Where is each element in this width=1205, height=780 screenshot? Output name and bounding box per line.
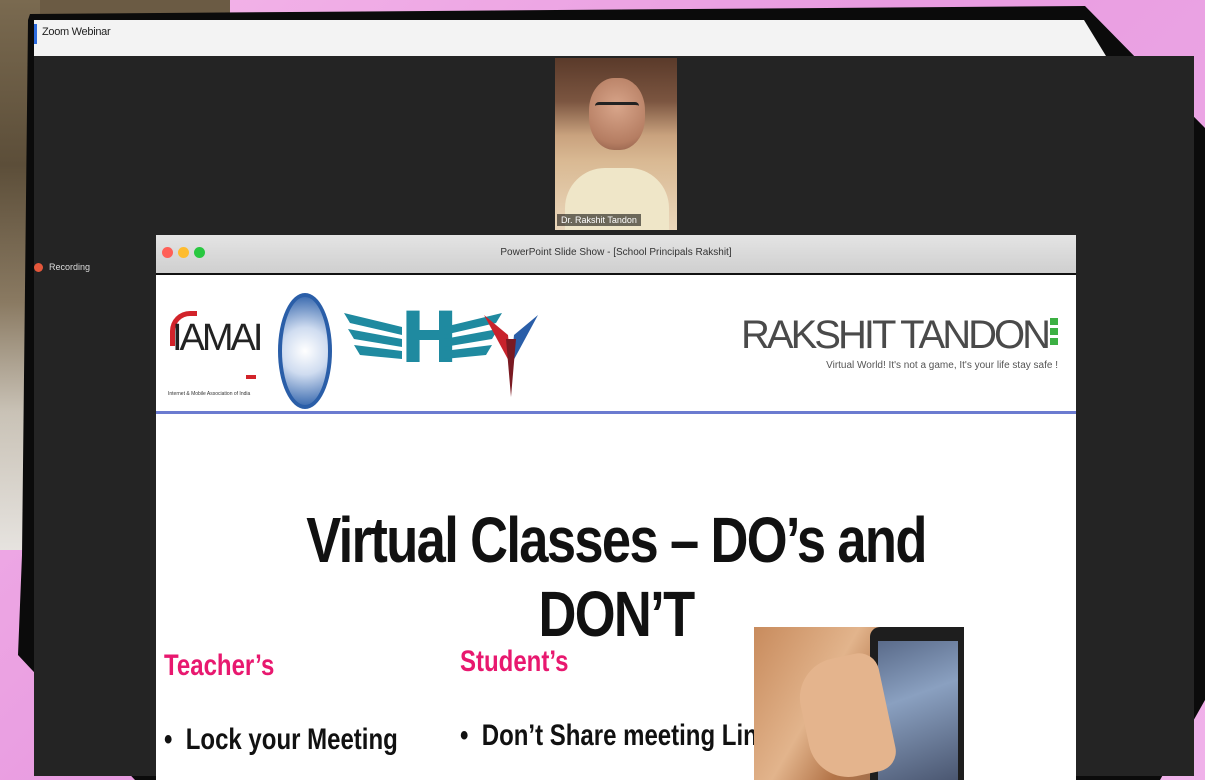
recording-indicator[interactable]: Recording (34, 262, 90, 272)
speaker-video-tile[interactable]: Dr. Rakshit Tandon (555, 58, 677, 230)
v-wing-logo-icon (484, 315, 538, 397)
iamai-logo: IAMAI Internet & Mobile Association of I… (166, 305, 263, 405)
slide-header: IAMAI Internet & Mobile Association of I… (156, 283, 1076, 414)
teachers-bullet-item: • Lock your Meeting (164, 723, 398, 757)
students-bullet-text: Don’t Share meeting Link (481, 719, 772, 752)
powerpoint-title: PowerPoint Slide Show - [School Principa… (500, 247, 732, 258)
window-titlebar[interactable]: Zoom Webinar (34, 20, 1106, 56)
speaker-glasses (595, 102, 639, 115)
iamai-underline (246, 375, 256, 379)
students-heading: Student’s (460, 645, 569, 678)
seal-logo-icon (278, 293, 332, 409)
powerpoint-titlebar[interactable]: PowerPoint Slide Show - [School Principa… (156, 235, 1076, 275)
teachers-bullet-text: Lock your Meeting (185, 723, 398, 756)
brand-name-text: RAKSHIT TANDON (741, 313, 1051, 357)
brand-name: RAKSHIT TANDON (741, 313, 1058, 358)
iamai-logo-text: IAMAI (172, 317, 263, 359)
teachers-heading: Teacher’s (164, 649, 275, 682)
brand-bars-icon (1050, 318, 1058, 348)
iamai-logo-subtext: Internet & Mobile Association of India (168, 391, 251, 397)
brand-tagline: Virtual World! It's not a game, It's you… (826, 360, 1058, 371)
powerpoint-window: PowerPoint Slide Show - [School Principa… (156, 235, 1076, 780)
recording-label: Recording (49, 262, 91, 272)
speaker-name-tag: Dr. Rakshit Tandon (557, 214, 641, 226)
students-bullet-item: • Don’t Share meeting Link (460, 719, 771, 753)
bullet-glyph: • (460, 719, 469, 752)
brand-block: RAKSHIT TANDON Virtual World! It's not a… (741, 313, 1058, 371)
window-title: Zoom Webinar (42, 26, 111, 38)
bullet-glyph: • (164, 723, 173, 756)
h-logo-left-wing-icon (344, 313, 402, 359)
background-photo-top (40, 0, 230, 14)
slide-photo-tablet (754, 627, 964, 780)
zoom-accent-bar (34, 24, 37, 44)
record-icon (34, 262, 43, 272)
